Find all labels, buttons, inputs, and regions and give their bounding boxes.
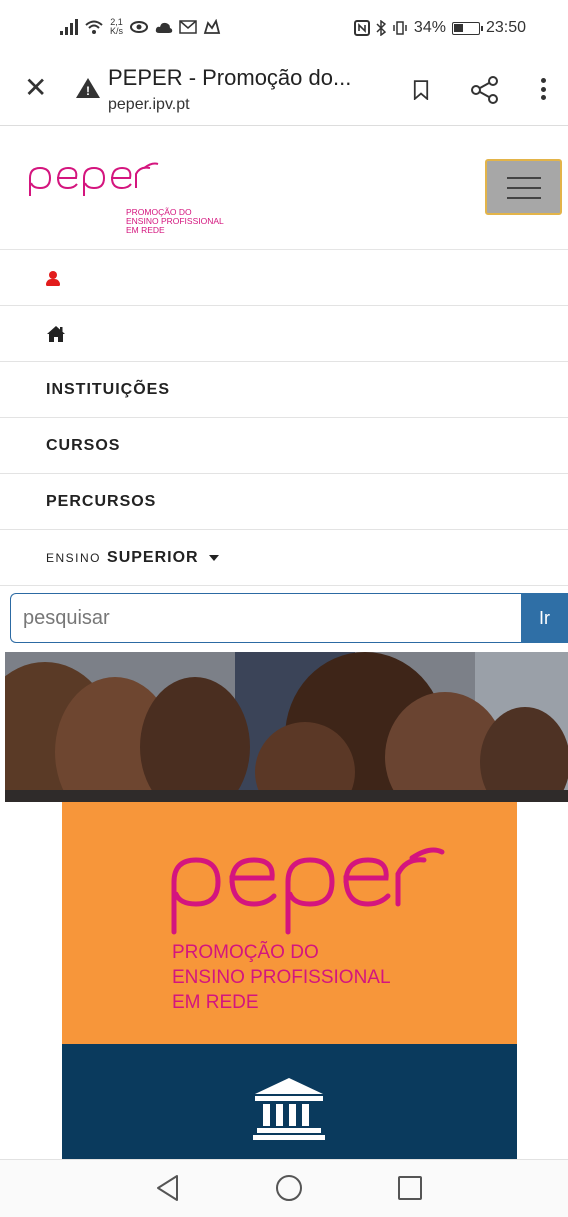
app-notification-icon [203,19,221,34]
search-input[interactable] [10,593,522,643]
network-speed: 2,1 K/s [110,17,124,36]
home-icon [47,325,65,342]
bookmark-icon[interactable] [413,80,429,100]
brand-banner: PROMOÇÃO DO ENSINO PROFISSIONAL EM REDE [62,802,517,1044]
banner-subtitle: PROMOÇÃO DO ENSINO PROFISSIONAL EM REDE [172,942,391,1013]
ensino-level: SUPERIOR [107,548,199,566]
nav-item-courses[interactable]: CURSOS [0,418,568,474]
nav-label-institutions: INSTITUIÇÕES [46,380,171,398]
menu-toggle-button[interactable] [485,159,562,215]
search-submit-button[interactable]: Ir [521,593,568,643]
share-icon[interactable] [470,76,500,104]
peper-logo-large [171,847,445,935]
browser-custom-tab-header: ✕ ! PEPER - Promoção do... peper.ipv.pt [0,60,568,126]
search-bar: Ir [10,593,568,643]
site-logo[interactable]: PROMOÇÃO DO ENSINO PROFISSIONAL EM REDE [28,156,248,235]
nav-item-account[interactable] [0,250,568,306]
vibrate-icon [393,21,407,35]
institution-building-icon [253,1078,325,1140]
close-icon[interactable]: ✕ [24,74,52,102]
nfc-icon [353,20,370,36]
home-circle-icon[interactable] [275,1174,303,1202]
back-icon[interactable] [155,1174,181,1202]
warning-icon[interactable]: ! [76,78,100,98]
nav-item-home[interactable] [0,306,568,362]
hero-photo [5,652,568,802]
more-options-icon[interactable] [538,74,548,104]
nav-label-courses: CURSOS [46,436,121,454]
page-title: PEPER - Promoção do... [108,65,352,90]
nav-item-institutions[interactable]: INSTITUIÇÕES [0,362,568,418]
caret-down-icon [208,554,219,561]
system-navigation-bar [0,1159,568,1217]
status-left-icons: 2,1 K/s [60,18,221,36]
students-crowd-image [5,652,568,802]
eye-icon [130,21,149,33]
site-header: PROMOÇÃO DO ENSINO PROFISSIONAL EM REDE [0,126,568,250]
nav-item-ensino-dropdown[interactable]: ENSINO SUPERIOR [0,530,568,586]
cloud-icon [155,22,173,33]
battery-icon [451,21,483,35]
signal-icon [60,19,78,35]
main-nav: INSTITUIÇÕES CURSOS PERCURSOS ENSINO SUP… [0,250,568,586]
bluetooth-icon [376,20,386,36]
ensino-prefix: ENSINO [46,550,102,565]
wifi-icon [85,20,103,34]
page-url: peper.ipv.pt [108,96,190,113]
recents-icon[interactable] [397,1175,423,1201]
clock: 23:50 [485,19,526,36]
user-icon [46,270,60,286]
status-bar: 2,1 K/s 34% 23:50 [0,0,568,60]
mail-icon [179,20,197,34]
nav-label-paths: PERCURSOS [46,492,157,510]
institutions-section [62,1044,517,1159]
status-right-icons: 34% 23:50 [353,19,526,37]
nav-item-paths[interactable]: PERCURSOS [0,474,568,530]
logo-subtitle: PROMOÇÃO DO ENSINO PROFISSIONAL EM REDE [126,207,224,235]
battery-percent: 34% [413,19,446,36]
